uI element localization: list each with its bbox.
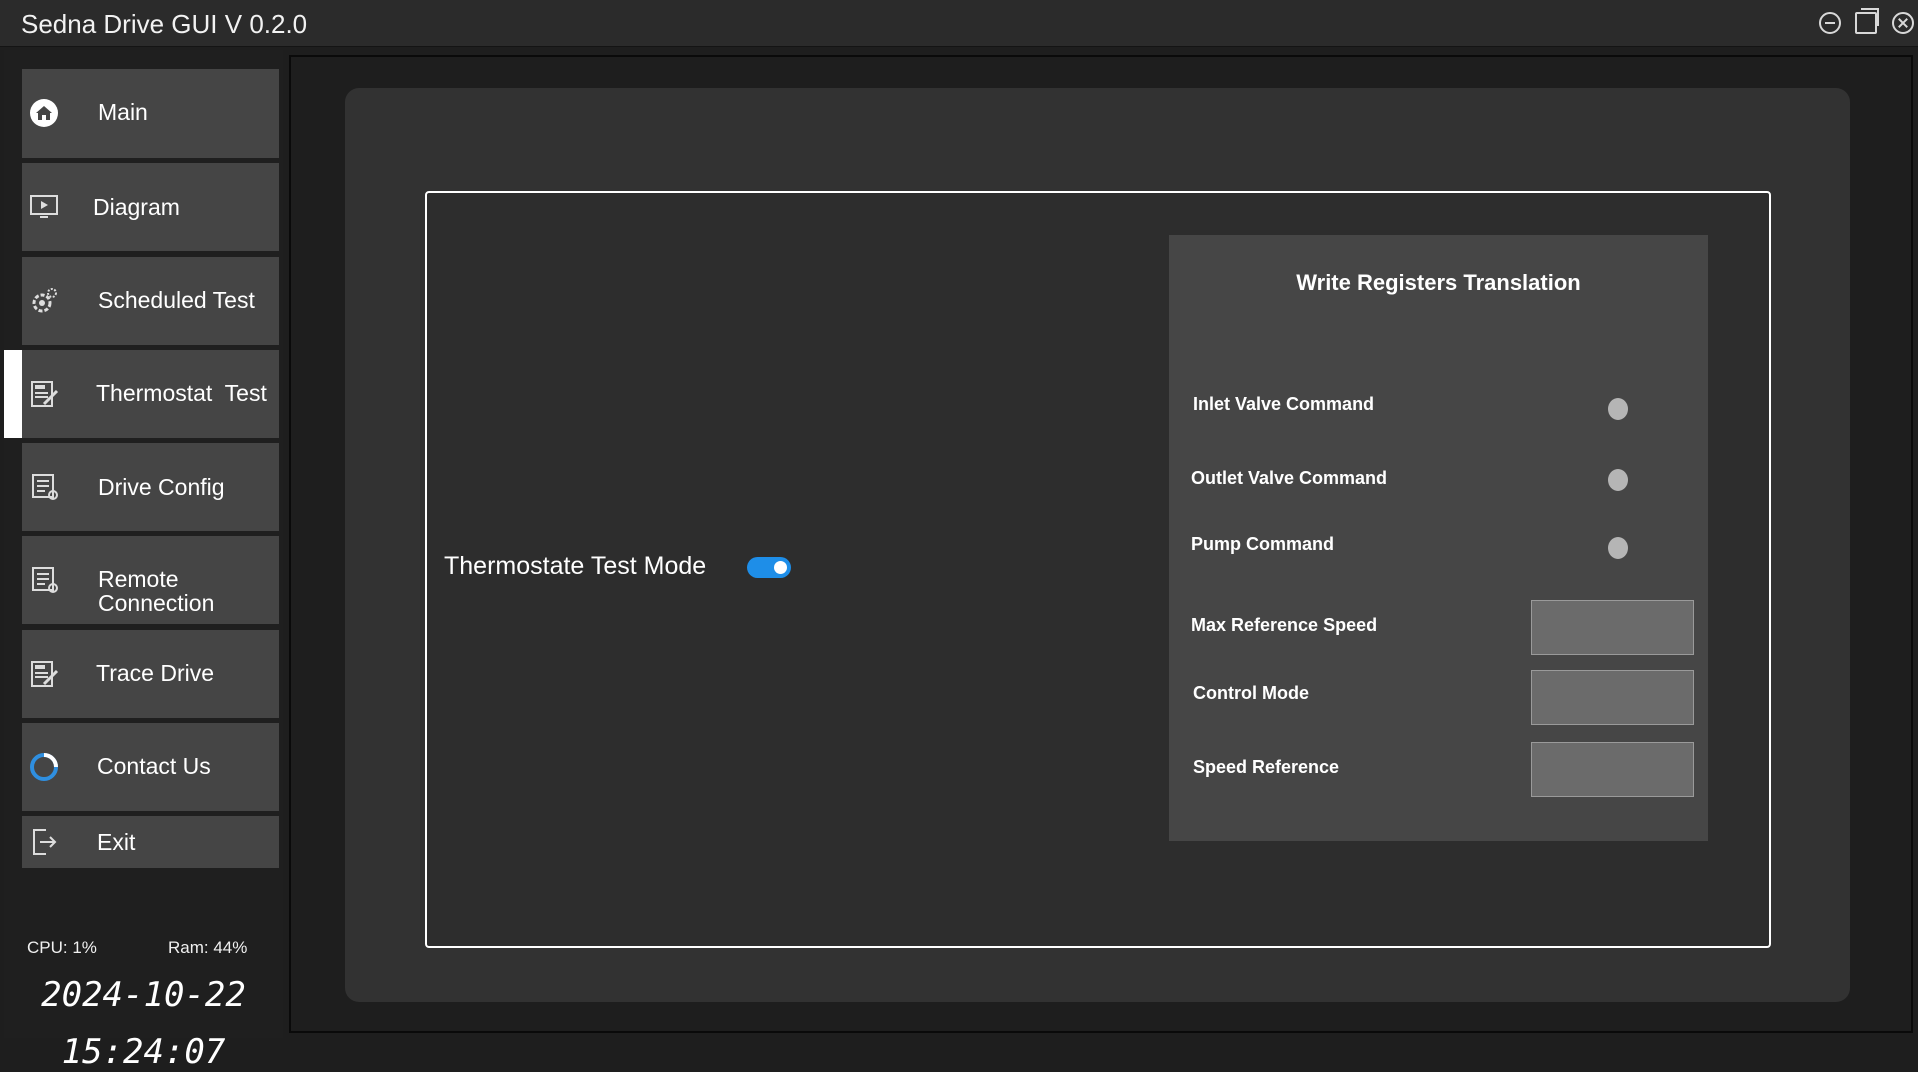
minimize-icon[interactable] [1819, 12, 1841, 34]
sidebar-item-label: Main [98, 99, 148, 125]
title-bar: Sedna Drive GUI V 0.2.0 [0, 0, 1918, 47]
speed-reference-field[interactable] [1531, 742, 1694, 797]
indicator-label: Inlet Valve Command [1193, 394, 1375, 414]
sidebar-item-thermostat-test[interactable]: Thermostat Test [22, 350, 279, 438]
sidebar-item-trace-drive[interactable]: Trace Drive [22, 630, 279, 718]
panel-title: Write Registers Translation [1296, 270, 1581, 295]
date-display: 2024-10-22 [41, 975, 246, 1015]
sidebar-item-remote-connection[interactable]: Remote Connection [22, 536, 279, 624]
pump-led [1608, 537, 1628, 559]
active-indicator [4, 350, 22, 438]
ram-usage: Ram: 44% [168, 938, 248, 957]
inlet-valve-led [1608, 398, 1628, 420]
sidebar-item-label: Exit [97, 829, 136, 855]
indicator-label: Outlet Valve Command [1191, 468, 1388, 488]
sidebar-item-label: Contact Us [97, 753, 211, 779]
ring-icon [30, 753, 58, 781]
sidebar-item-contact-us[interactable]: Contact Us [22, 723, 279, 811]
field-label: Max Reference Speed [1191, 615, 1378, 635]
field-label: Speed Reference [1193, 757, 1340, 777]
close-icon[interactable] [1892, 12, 1914, 34]
sidebar-item-label: Thermostat Test [96, 380, 267, 406]
field-label: Control Mode [1193, 683, 1309, 703]
maximize-icon[interactable] [1855, 8, 1879, 34]
sidebar-item-diagram[interactable]: Diagram [22, 163, 279, 251]
gear-icon [32, 288, 57, 313]
sidebar-item-main[interactable]: Main [22, 69, 279, 158]
home-icon [30, 99, 58, 127]
time-display: 15:24:07 [61, 1032, 226, 1072]
sidebar-item-exit[interactable]: Exit [22, 816, 279, 868]
exit-icon [33, 829, 57, 855]
max-reference-speed-field[interactable] [1531, 600, 1694, 655]
sidebar-item-label: Diagram [93, 194, 180, 220]
indicator-label: Pump Command [1191, 534, 1335, 554]
sidebar-item-label: Trace Drive [96, 660, 214, 686]
control-mode-field[interactable] [1531, 670, 1694, 725]
app-title: Sedna Drive GUI V 0.2.0 [21, 9, 308, 39]
write-registers-panel: Write Registers Translation Inlet Valve … [1169, 235, 1708, 841]
sidebar: Main Diagram Scheduled Test Thermostat T… [4, 50, 283, 1072]
sidebar-item-label: Drive Config [98, 474, 225, 500]
monitor-icon [30, 195, 58, 218]
cpu-usage: CPU: 1% [27, 938, 97, 957]
toggle-knob [774, 561, 787, 574]
sidebar-item-scheduled-test[interactable]: Scheduled Test [22, 257, 279, 345]
sidebar-item-drive-config[interactable]: Drive Config [22, 443, 279, 531]
test-mode-toggle[interactable] [747, 557, 791, 578]
sidebar-item-label: Scheduled Test [98, 287, 255, 313]
sidebar-item-label: Remote Connection [98, 566, 215, 616]
test-mode-label: Thermostate Test Mode [444, 552, 707, 580]
test-sheet-icon [31, 381, 59, 407]
config-icon [32, 474, 58, 500]
test-sheet-icon [31, 661, 59, 687]
outlet-valve-led [1608, 469, 1628, 491]
remote-icon [32, 567, 58, 593]
